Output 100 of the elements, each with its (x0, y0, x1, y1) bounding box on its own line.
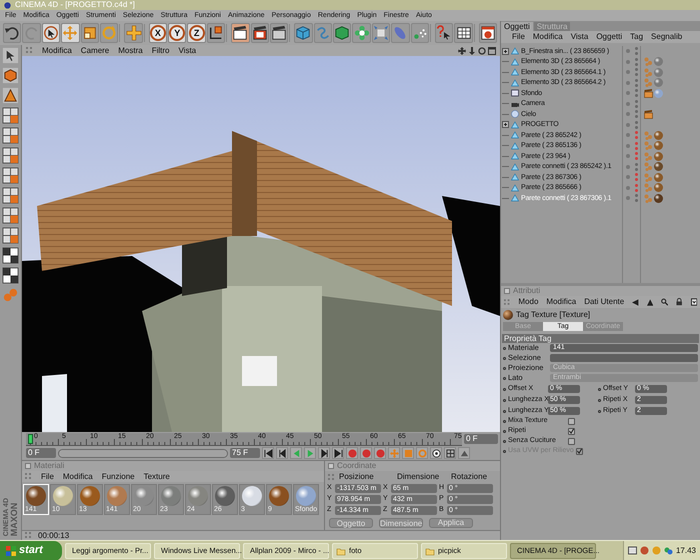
expand-toggle[interactable] (502, 48, 509, 55)
step-forward-button[interactable] (318, 447, 330, 459)
record-button[interactable] (374, 447, 386, 459)
menu-item[interactable]: Camere (80, 46, 110, 54)
deformer-tool-button[interactable] (372, 23, 390, 43)
grid-icon[interactable] (2, 207, 19, 224)
menu-item[interactable]: File (512, 33, 525, 41)
arrow-down-icon[interactable] (468, 46, 476, 54)
menu-item[interactable]: Dati Utente (584, 298, 624, 306)
back-arrow-icon[interactable] (632, 298, 639, 306)
axis-lock-button[interactable]: Y (168, 23, 186, 43)
undo-tool-button[interactable] (3, 23, 22, 43)
visibility-dots[interactable] (634, 152, 638, 160)
checker-icon[interactable] (2, 267, 19, 284)
menu-item[interactable]: Oggetti (596, 33, 622, 41)
render-settings-tool-button[interactable] (270, 23, 288, 43)
frame-field[interactable]: 0 F (464, 434, 498, 444)
visibility-dots[interactable] (634, 100, 638, 108)
menu-item[interactable]: Modifica (546, 298, 576, 306)
flower-tool-button[interactable] (352, 23, 371, 43)
step-back-button[interactable] (276, 447, 288, 459)
grid-icon[interactable] (2, 227, 19, 244)
visibility-dots[interactable] (634, 68, 638, 76)
menu-item[interactable]: Tag (630, 33, 644, 41)
end-frame-field[interactable]: 75 F (230, 448, 260, 458)
parameter-button[interactable] (430, 447, 442, 459)
material-tag-icon[interactable] (654, 78, 663, 88)
menu-item[interactable]: Segnalib (651, 33, 682, 41)
menu-item[interactable]: Vista (178, 46, 196, 54)
grid-icon[interactable] (2, 167, 19, 184)
checkbox[interactable] (568, 438, 575, 444)
material-tag-icon[interactable] (654, 172, 663, 182)
panel-toggle[interactable] (25, 463, 31, 469)
start-frame-field[interactable]: 0 F (26, 448, 56, 458)
material-tag-icon[interactable] (654, 57, 663, 66)
checker-icon[interactable] (2, 247, 19, 264)
render-view-tool-button[interactable] (231, 23, 250, 43)
menu-item[interactable]: File (41, 472, 54, 480)
nurbs-tool-button[interactable] (333, 23, 352, 43)
go-start-button[interactable] (262, 447, 274, 459)
checkbox[interactable] (568, 418, 575, 424)
add-tool-button[interactable] (124, 23, 143, 43)
material-tag-icon[interactable] (654, 162, 663, 172)
window-icon[interactable] (488, 46, 496, 54)
people-icon[interactable] (664, 546, 673, 555)
material-tag-icon[interactable] (654, 152, 663, 161)
material-tag-icon[interactable] (654, 130, 663, 140)
expand-toggle[interactable] (502, 121, 509, 128)
visibility-dots[interactable] (634, 194, 638, 202)
visibility-dots[interactable] (634, 110, 638, 118)
grid-icon[interactable] (2, 127, 19, 144)
menu-item[interactable]: Texture (144, 472, 170, 480)
select-tool-button[interactable] (42, 23, 60, 43)
menu-item[interactable]: Modifica (42, 46, 72, 54)
visibility-dots[interactable] (634, 58, 638, 66)
material-tag-icon[interactable] (654, 194, 663, 203)
up-arrow-icon[interactable] (646, 298, 653, 306)
render-picture-tool-button[interactable] (250, 23, 269, 43)
menu-item[interactable]: Funzione (102, 472, 135, 480)
clapperboard-icon[interactable] (644, 88, 653, 98)
material-tag-icon[interactable] (654, 141, 663, 150)
visibility-dots[interactable] (634, 120, 638, 129)
visibility-dots[interactable] (634, 142, 638, 150)
go-end-button[interactable] (332, 447, 344, 459)
link-field[interactable] (550, 354, 698, 362)
grid-icon[interactable] (2, 187, 19, 204)
lock-icon[interactable] (676, 298, 683, 306)
visibility-dots[interactable] (634, 47, 638, 56)
menu-item[interactable]: Filtro (152, 46, 170, 54)
preview-range-bar[interactable] (59, 450, 227, 456)
pointer-icon[interactable] (2, 47, 19, 64)
window-icon[interactable] (690, 298, 697, 306)
table-tool-button[interactable] (454, 23, 473, 43)
help-tool-button[interactable] (434, 23, 454, 43)
cube-icon[interactable] (2, 67, 19, 84)
menu-item[interactable]: Vista (570, 33, 588, 41)
visibility-dots[interactable] (634, 89, 638, 98)
menu-item[interactable]: Modifica (532, 33, 563, 41)
grid-icon[interactable] (2, 147, 19, 164)
particles-tool-button[interactable] (410, 23, 430, 43)
checkbox[interactable] (568, 428, 575, 434)
move-icon[interactable] (458, 46, 466, 54)
search-icon[interactable] (660, 298, 668, 306)
visibility-dots[interactable] (634, 131, 638, 140)
panel-tab[interactable]: Oggetti (501, 22, 533, 31)
scale-tool-button[interactable] (80, 23, 100, 43)
visibility-dots[interactable] (634, 184, 638, 192)
panel-toggle[interactable] (504, 288, 510, 294)
material-tag-icon[interactable] (654, 183, 663, 192)
clapperboard-icon[interactable] (644, 110, 653, 119)
playhead-marker[interactable] (28, 434, 33, 444)
triangle-icon[interactable] (2, 87, 19, 104)
panel-toggle[interactable] (328, 463, 334, 469)
web-tool-button[interactable] (478, 23, 498, 43)
axis-lock-button[interactable]: X (148, 23, 168, 43)
cube-tool-button[interactable] (294, 23, 313, 43)
coord-tool-button[interactable] (206, 23, 226, 43)
grid-icon[interactable] (2, 107, 19, 124)
visibility-dots[interactable] (634, 173, 638, 182)
menu-item[interactable]: Mostra (118, 46, 143, 54)
